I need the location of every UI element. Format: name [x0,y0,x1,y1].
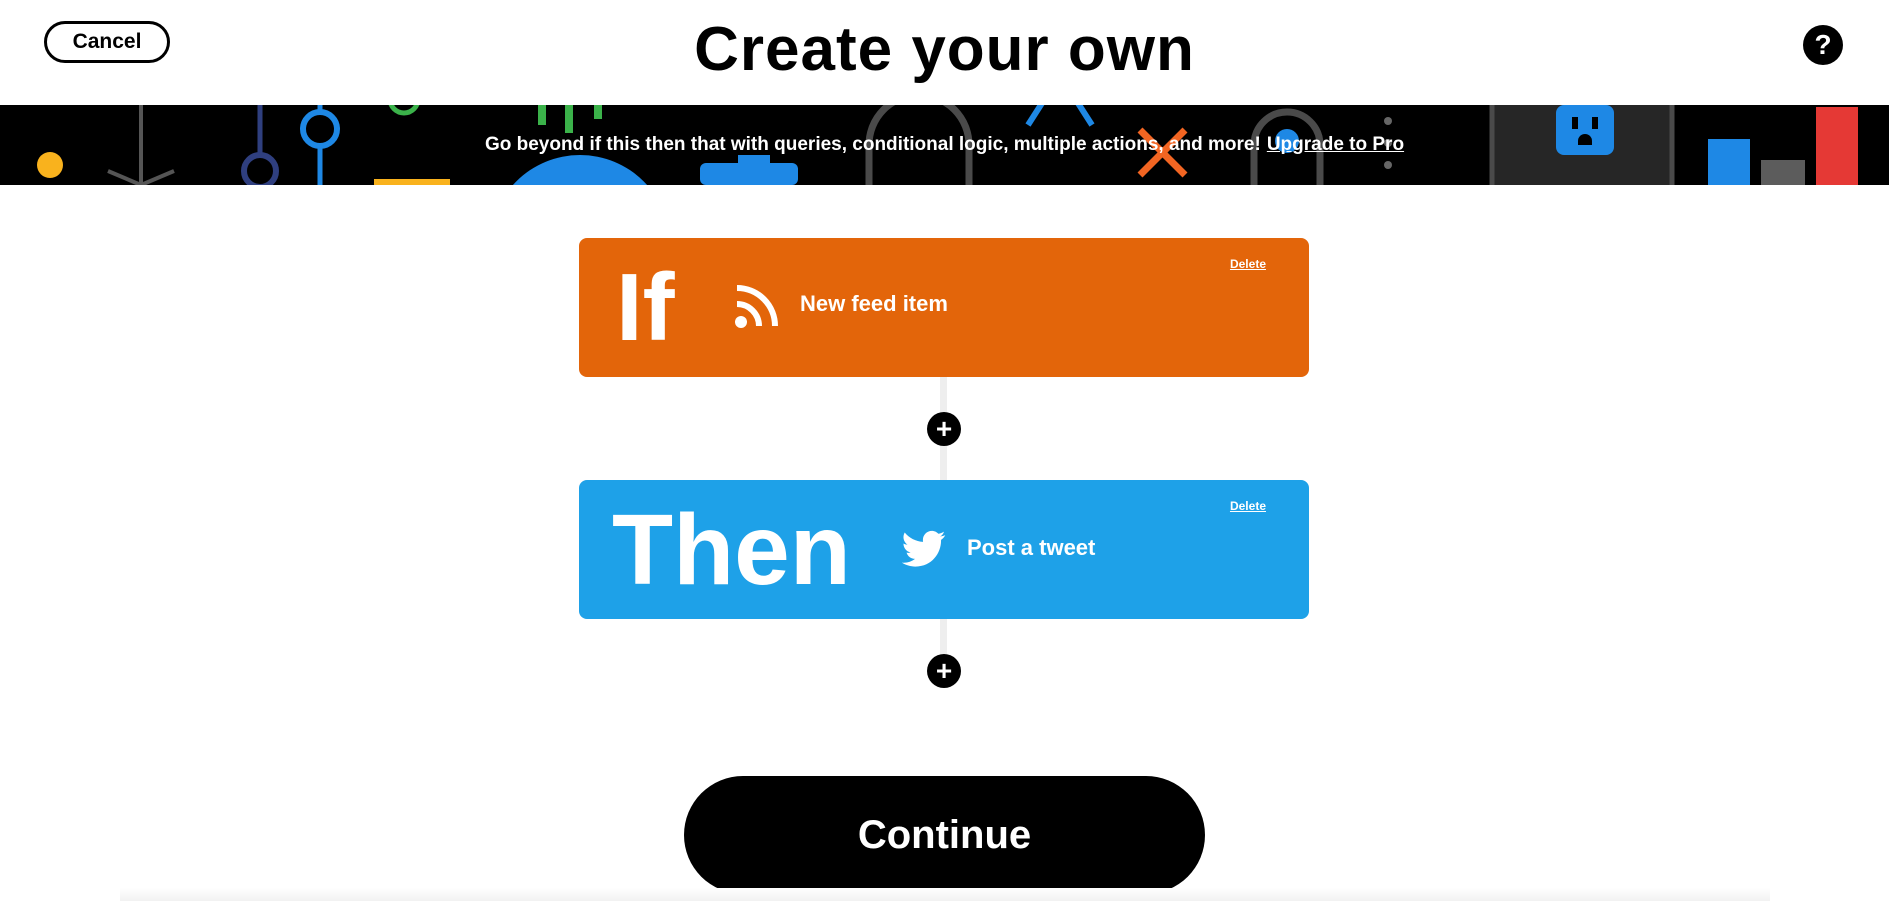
action-label: Post a tweet [967,535,1096,560]
trigger-card[interactable]: If New feed item Delete [579,238,1309,377]
continue-button[interactable]: Continue [684,776,1205,894]
then-keyword: Then [612,494,851,606]
add-step-button[interactable]: + [927,654,961,688]
upgrade-to-pro-link[interactable]: Upgrade to Pro [1267,134,1404,156]
upgrade-banner: Go beyond if this then that with queries… [0,105,1889,185]
if-keyword: If [616,254,675,361]
banner-text: Go beyond if this then that with queries… [484,134,1261,155]
delete-action-link[interactable]: Delete [1230,499,1266,513]
page-title: Create your own [694,15,1195,84]
add-step-button[interactable]: + [927,412,961,446]
action-card[interactable]: Then Post a tweet Delete [579,480,1309,619]
plus-icon: + [935,655,953,686]
flow-connector [940,619,947,659]
rss-feed-icon [735,285,778,328]
twitter-bird-icon [902,530,946,567]
delete-trigger-link[interactable]: Delete [1230,257,1266,271]
banner-message: Go beyond if this then that with queries… [0,105,1889,185]
footer-shadow [120,888,1770,901]
question-mark-icon[interactable]: ? [1803,25,1843,65]
trigger-label: New feed item [800,291,948,316]
plus-icon: + [935,413,953,444]
